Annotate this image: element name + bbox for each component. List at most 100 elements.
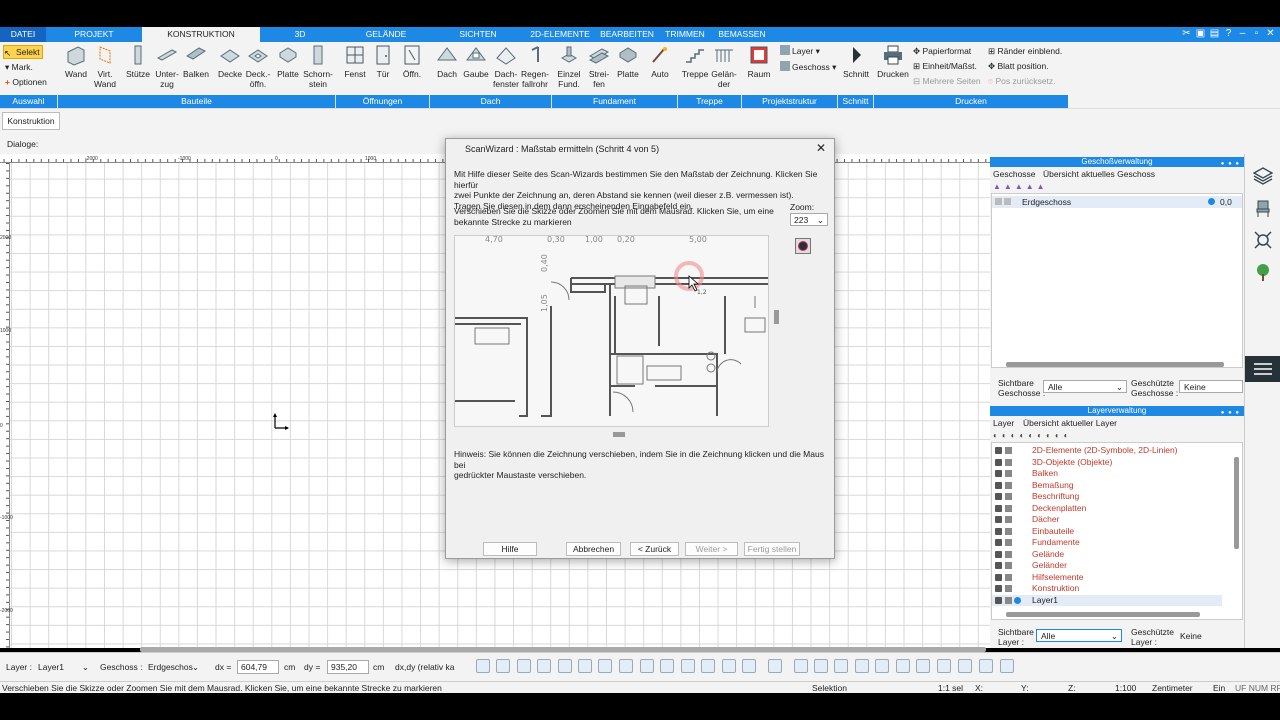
layer-row[interactable]: Dächer <box>992 514 1222 526</box>
dach-button[interactable]: Dach <box>434 44 460 79</box>
layer-row[interactable]: Beschriftung <box>992 491 1222 503</box>
dimension-tool-icon[interactable] <box>558 659 572 673</box>
preview-horizontal-scrollbar[interactable] <box>613 432 625 437</box>
tab-datei[interactable]: DATEI <box>0 27 46 42</box>
gelaender-button[interactable]: Gelän-der <box>710 44 738 89</box>
geschoss-list-scrollbar[interactable] <box>1006 362 1224 367</box>
toggle-tool-icon[interactable] <box>768 659 782 673</box>
rect-tool-icon[interactable] <box>640 659 654 673</box>
chair-icon[interactable] <box>1253 198 1273 218</box>
fenster-button[interactable]: Fenst <box>341 44 369 79</box>
geschoss-overview-subtab[interactable]: Übersicht aktuelles Geschoss <box>1043 169 1155 179</box>
scan-preview-area[interactable]: 4,70 0,30 1,00 0,20 5,00 0,40 1,05 1,2 <box>454 235 769 427</box>
hilfe-button[interactable]: Hilfe <box>483 542 537 556</box>
pick-point-button[interactable] <box>795 238 811 254</box>
visibility-icon[interactable] <box>995 481 1002 489</box>
blatt-position-button[interactable]: ✥ Blatt position. <box>988 60 1049 72</box>
tab-trimmen[interactable]: TRIMMEN <box>658 27 712 42</box>
layer-row[interactable]: Hilfselemente <box>992 572 1222 584</box>
minimize-icon[interactable]: – <box>1237 28 1248 39</box>
line-style-icon[interactable] <box>537 659 551 673</box>
dx-input[interactable]: 604,79 <box>237 660 279 674</box>
area-tool-icon[interactable] <box>875 659 889 673</box>
geschuetzte-geschosse-field[interactable]: Keine <box>1179 380 1243 393</box>
tab-gelaende[interactable]: GELÄNDE <box>340 27 432 42</box>
dy-input[interactable]: 935,20 <box>327 660 369 674</box>
geschoss-dropdown[interactable]: Geschoss ▾ <box>780 61 836 73</box>
treppe-button[interactable]: Treppe <box>680 44 710 79</box>
layer-overview-subtab[interactable]: Übersicht aktueller Layer <box>1023 418 1117 428</box>
edit-lock-icon[interactable] <box>1005 481 1012 489</box>
auto-button[interactable]: Auto <box>648 44 672 79</box>
mehrere-seiten-button[interactable]: ⊟ Mehrere Seiten <box>913 75 981 87</box>
select-tool-icon[interactable] <box>855 659 869 673</box>
schornstein-button[interactable]: Schorn-stein <box>302 44 334 89</box>
snap-tool-icon[interactable] <box>681 659 695 673</box>
number-tool-icon[interactable] <box>598 659 612 673</box>
tools-icon[interactable]: ✂ <box>1181 28 1192 39</box>
panel-controls-icon[interactable]: ● ● ● <box>1221 408 1240 418</box>
edit-lock-icon[interactable] <box>1005 504 1012 512</box>
visibility-icon[interactable] <box>995 458 1002 466</box>
oeffnung-button[interactable]: Öffn. <box>399 44 425 79</box>
panel-controls-icon[interactable]: ● ● ● <box>1221 159 1240 169</box>
layer-row[interactable]: 3D-Objekte (Objekte) <box>992 457 1222 469</box>
layer-row[interactable]: Layer1 <box>992 594 1222 606</box>
fit-view-icon[interactable] <box>1253 230 1273 250</box>
zoom-select[interactable]: 223 ⌄ <box>790 213 828 226</box>
einzelfundament-button[interactable]: Einzel Fund. <box>556 44 582 89</box>
grid-view-icon[interactable] <box>834 659 848 673</box>
save-icon[interactable]: ▤ <box>1209 28 1220 39</box>
stuetze-button[interactable]: Stütze <box>124 44 152 79</box>
wand-button[interactable]: Wand <box>63 44 89 79</box>
material-tool-icon[interactable] <box>701 659 715 673</box>
abbrechen-button[interactable]: Abbrechen <box>566 542 621 556</box>
edit-lock-icon[interactable] <box>1005 562 1012 569</box>
geschosse-subtab[interactable]: Geschosse <box>993 169 1036 179</box>
edit-lock-icon[interactable] <box>1005 493 1012 500</box>
geschuetzte-layer-field[interactable]: Keine <box>1175 629 1243 642</box>
north-arrow-icon[interactable] <box>742 659 756 673</box>
line-weight-icon[interactable] <box>517 659 531 673</box>
menu-toggle-button[interactable] <box>1245 356 1280 382</box>
dialog-close-button[interactable]: ✕ <box>815 142 827 154</box>
close-icon[interactable]: ✕ <box>1265 28 1276 39</box>
layer-row[interactable]: Balken <box>992 468 1222 480</box>
layer-row[interactable]: Einbauteile <box>992 526 1222 538</box>
einheit-button[interactable]: ⊞ Einheit/Maßst. <box>913 60 977 72</box>
layer-list-vscrollbar[interactable] <box>1234 457 1239 549</box>
visibility-icon[interactable] <box>995 527 1002 535</box>
geschoss-select[interactable]: Erdgeschos ⌄ <box>144 660 202 674</box>
virt-wand-button[interactable]: Virt. Wand <box>92 44 118 89</box>
layer-row[interactable]: Geländer <box>992 560 1222 572</box>
visibility-icon[interactable] <box>995 198 1002 205</box>
mark-button[interactable]: ▾ Mark. <box>5 61 33 73</box>
fill-tool-icon[interactable] <box>496 659 510 673</box>
visibility-icon[interactable] <box>995 585 1002 592</box>
visibility-icon[interactable] <box>995 516 1002 523</box>
selekt-button[interactable]: ↖ Selekt <box>3 45 43 59</box>
restore-icon[interactable]: ▫ <box>1251 28 1262 39</box>
visibility-icon[interactable] <box>995 504 1002 512</box>
visibility-icon[interactable] <box>995 470 1002 477</box>
layer-row[interactable]: Fundamente <box>992 537 1222 549</box>
layer-subtab[interactable]: Layer <box>993 418 1014 428</box>
tuer-button[interactable]: Tür <box>372 44 394 79</box>
edit-lock-icon[interactable] <box>1005 447 1012 454</box>
weiter-button[interactable]: Weiter > <box>685 542 738 556</box>
layer-row[interactable]: Konstruktion <box>992 583 1222 595</box>
grid-tool-icon[interactable] <box>660 659 674 673</box>
raum-button[interactable]: Raum <box>745 44 773 79</box>
hatch-tool-icon[interactable] <box>476 659 490 673</box>
sichtbare-geschosse-select[interactable]: Alle ⌄ <box>1043 380 1127 393</box>
papierformat-button[interactable]: ✥ Papierformat <box>913 45 971 57</box>
edit-lock-icon[interactable] <box>1005 550 1012 558</box>
layer-row[interactable]: Deckenplatten <box>992 503 1222 515</box>
pick-tool-icon[interactable] <box>1000 659 1014 673</box>
unterzug-button[interactable]: Unter-zug <box>154 44 180 89</box>
balken-button[interactable]: Balken <box>182 44 210 79</box>
pos-zuruecksetzen-button[interactable]: ⌾ Pos zurücksetz. <box>988 75 1055 87</box>
edit-lock-icon[interactable] <box>1005 527 1012 535</box>
visibility-icon[interactable] <box>995 493 1002 500</box>
drucken-button[interactable]: Drucken <box>877 44 909 79</box>
